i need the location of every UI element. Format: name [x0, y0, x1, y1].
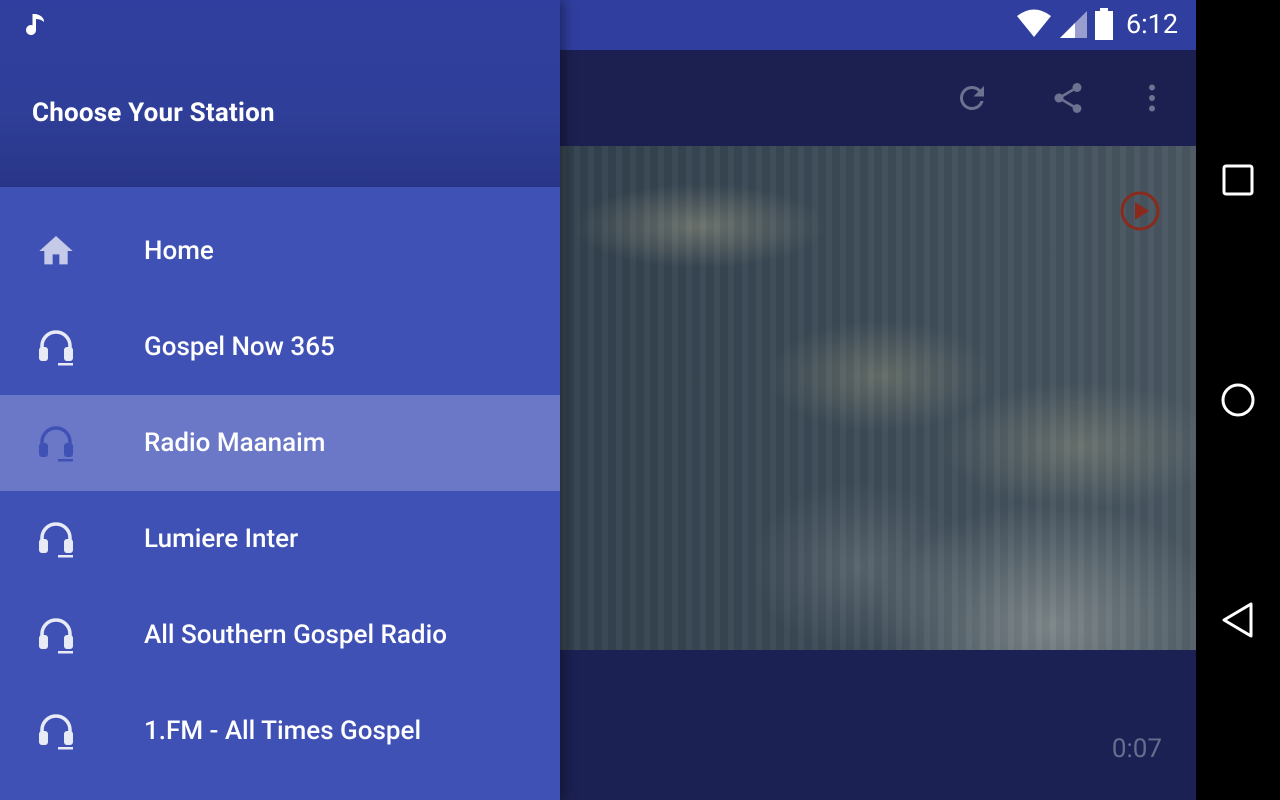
home-circle-icon	[1221, 383, 1255, 417]
drawer-title: Choose Your Station	[32, 98, 275, 128]
music-note-icon	[26, 14, 44, 36]
menu-item-label: Home	[144, 236, 214, 266]
menu-item-all-southern-gospel-radio[interactable]: All Southern Gospel Radio	[0, 587, 560, 683]
refresh-icon	[959, 85, 984, 110]
back-icon	[1222, 602, 1253, 638]
share-icon	[1054, 83, 1082, 113]
home-icon	[39, 236, 73, 265]
headphones-icon	[39, 714, 73, 750]
back-button[interactable]	[1214, 596, 1262, 644]
status-icons: 6:12	[1010, 8, 1178, 40]
station-menu: Home Gospel Now 365 Radio Maanaim Lumier…	[0, 203, 560, 779]
headphones-icon	[39, 522, 73, 558]
navigation-drawer: Choose Your Station Home Gospel Now 365	[0, 0, 560, 800]
system-navigation-bar	[1196, 0, 1280, 800]
more-options-button[interactable]	[1128, 74, 1176, 122]
menu-item-label: Radio Maanaim	[144, 428, 326, 458]
more-vert-icon	[1149, 84, 1155, 112]
menu-item-label: All Southern Gospel Radio	[144, 620, 447, 650]
menu-item-label: Lumiere Inter	[144, 524, 299, 554]
status-time: 6:12	[1125, 8, 1178, 40]
headphones-icon	[39, 330, 73, 366]
menu-item-1fm-all-times-gospel[interactable]: 1.FM - All Times Gospel	[0, 683, 560, 779]
refresh-button[interactable]	[948, 74, 996, 122]
elapsed-time: 0:07	[1111, 734, 1162, 764]
recents-button[interactable]	[1214, 156, 1262, 204]
menu-item-home[interactable]: Home	[0, 203, 560, 299]
headphones-icon	[39, 426, 73, 462]
signal-icon	[1059, 11, 1087, 38]
share-button[interactable]	[1044, 74, 1092, 122]
menu-item-label: 1.FM - All Times Gospel	[144, 716, 422, 746]
wifi-icon	[1016, 9, 1051, 37]
battery-icon	[1094, 8, 1113, 40]
menu-item-radio-maanaim[interactable]: Radio Maanaim	[0, 395, 560, 491]
menu-item-lumiere-inter[interactable]: Lumiere Inter	[0, 491, 560, 587]
headphones-icon	[39, 618, 73, 654]
play-icon[interactable]	[1119, 190, 1161, 232]
recents-icon	[1222, 164, 1254, 196]
drawer-header: Choose Your Station	[0, 0, 560, 187]
menu-item-gospel-now-365[interactable]: Gospel Now 365	[0, 299, 560, 395]
menu-item-label: Gospel Now 365	[144, 332, 335, 362]
home-button[interactable]	[1214, 376, 1262, 424]
